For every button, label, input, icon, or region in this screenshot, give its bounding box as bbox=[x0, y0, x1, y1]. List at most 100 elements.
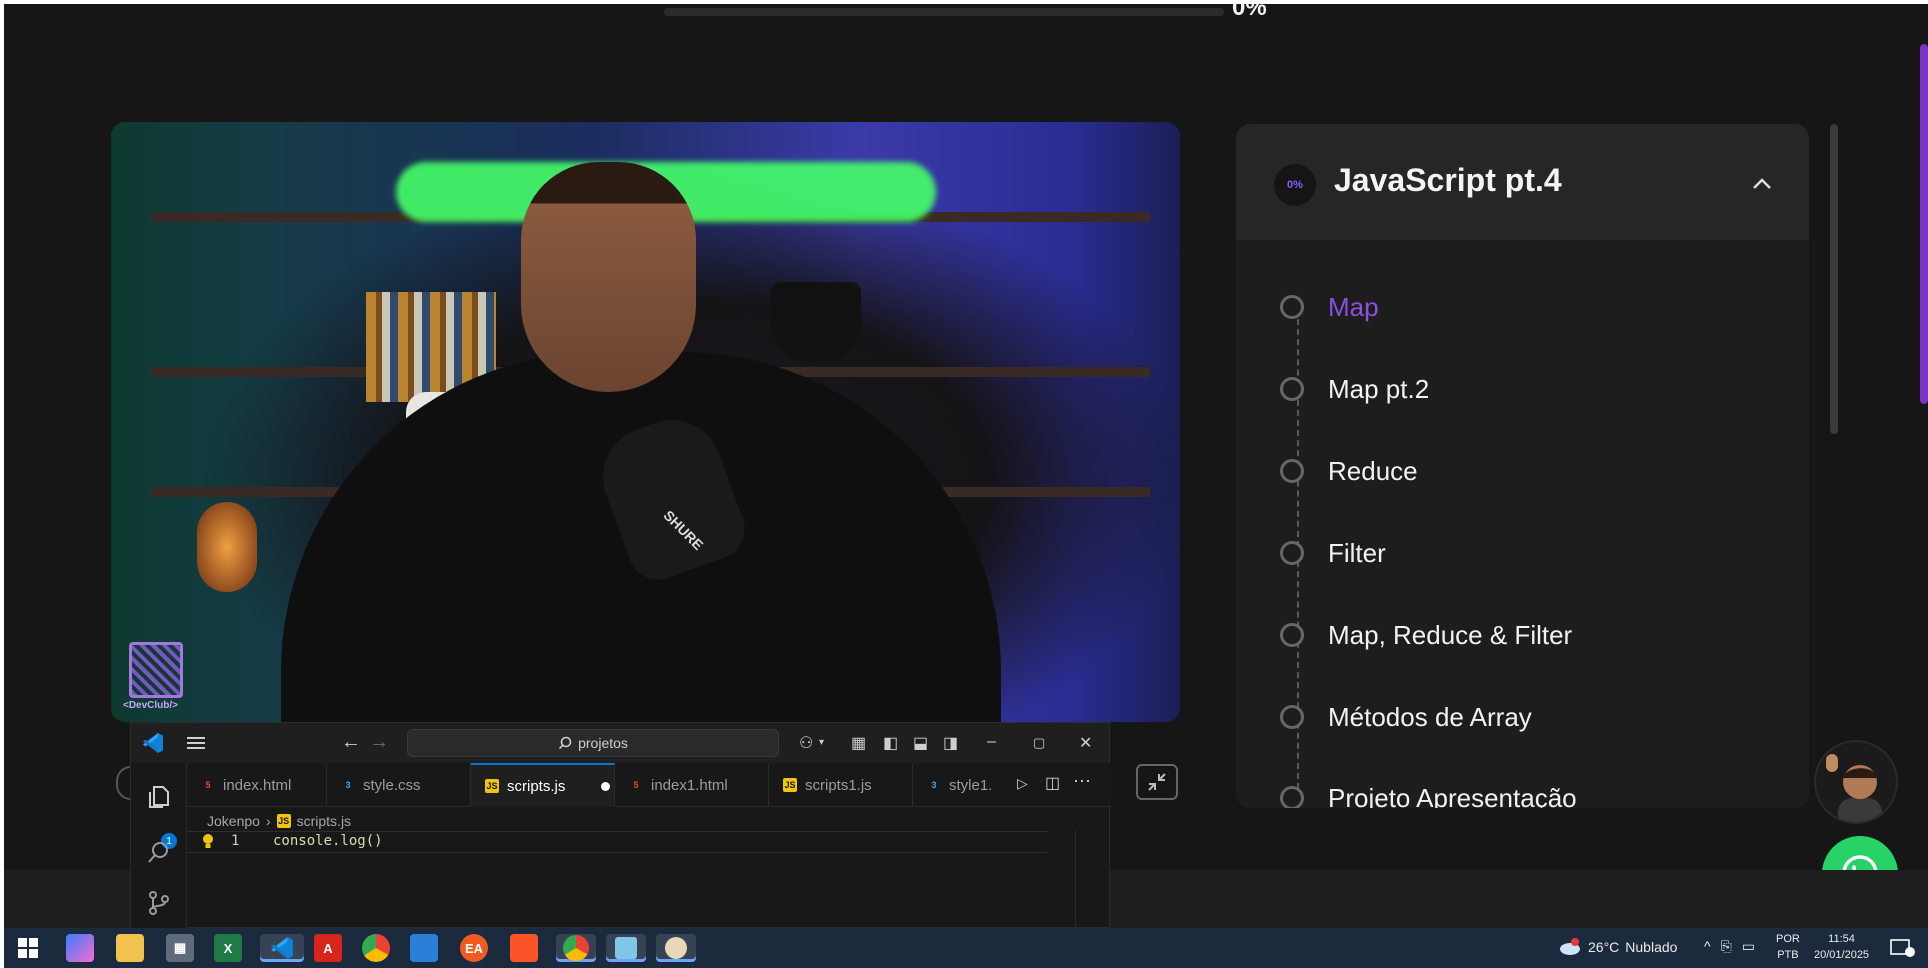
minimize-icon[interactable]: – bbox=[987, 733, 996, 751]
input-language[interactable]: POR PTB bbox=[1776, 931, 1800, 963]
tab-label: index1.html bbox=[651, 776, 728, 794]
chevron-down-icon[interactable]: ▾ bbox=[819, 737, 824, 748]
lesson-item[interactable]: Map pt.2 bbox=[1280, 369, 1429, 409]
layout-customize-icon[interactable]: ▦ bbox=[851, 733, 866, 753]
video-player[interactable]: SHURE <DevClub/> bbox=[111, 122, 1180, 722]
command-search-box[interactable]: projetos bbox=[407, 729, 779, 757]
breadcrumb-file[interactable]: scripts.js bbox=[297, 813, 351, 829]
windows-start-icon[interactable] bbox=[18, 938, 38, 958]
presenter-head bbox=[521, 162, 696, 392]
lightbulb-icon[interactable] bbox=[201, 833, 215, 851]
brave-icon[interactable] bbox=[510, 934, 538, 962]
js-file-icon: JS bbox=[783, 778, 797, 792]
copilot-icon[interactable]: ⚇ bbox=[799, 733, 813, 753]
module-progress-badge: 0% bbox=[1274, 164, 1316, 206]
lesson-status-icon bbox=[1280, 705, 1304, 729]
unsaved-dot-icon[interactable] bbox=[601, 781, 611, 791]
tab-label: index.html bbox=[223, 776, 292, 794]
chevron-up-icon[interactable]: ^ bbox=[1704, 938, 1711, 955]
tab-label: style1. bbox=[949, 776, 993, 794]
minimap[interactable] bbox=[1075, 831, 1111, 929]
breadcrumb-folder[interactable]: Jokenpo bbox=[207, 813, 260, 829]
run-icon[interactable]: ▷ bbox=[1017, 775, 1028, 792]
lesson-item[interactable]: Map bbox=[1280, 287, 1379, 327]
video-watermark: <DevClub/> bbox=[123, 700, 179, 711]
clock[interactable]: 11:54 20/01/2025 bbox=[1814, 931, 1869, 963]
vscode-titlebar: ← → projetos ⚇ ▾ ▦ ◧ ⬓ ◨ – ▢ ✕ bbox=[131, 723, 1109, 763]
paint-icon[interactable] bbox=[656, 934, 696, 962]
lesson-item[interactable]: Projeto Apresentação bbox=[1280, 778, 1577, 808]
lesson-title: Projeto Apresentação bbox=[1328, 782, 1577, 809]
notepad-glyph bbox=[615, 937, 637, 959]
network-icon[interactable]: ▭ bbox=[1742, 938, 1755, 955]
keyboard-layout: PTB bbox=[1777, 949, 1799, 961]
tab-scripts1-js[interactable]: JS scripts1.js bbox=[769, 763, 913, 807]
line-number: 1 bbox=[231, 833, 240, 849]
excel-icon[interactable]: X bbox=[214, 934, 242, 962]
css-file-icon: 3 bbox=[931, 780, 937, 790]
more-actions-icon[interactable]: ⋯ bbox=[1073, 771, 1091, 792]
chrome-profile-icon[interactable] bbox=[556, 934, 596, 962]
hamburger-menu-icon[interactable] bbox=[185, 735, 207, 751]
lesson-item[interactable]: Métodos de Array bbox=[1280, 697, 1532, 737]
search-icon bbox=[559, 736, 572, 750]
notification-icon bbox=[1890, 939, 1915, 957]
toggle-primary-sidebar-icon[interactable]: ◧ bbox=[883, 733, 898, 753]
back-arrow-icon[interactable]: ← bbox=[341, 731, 361, 754]
search-icon[interactable] bbox=[145, 839, 173, 867]
code-line[interactable]: console.log() bbox=[273, 833, 383, 849]
page-scrollbar[interactable] bbox=[1920, 44, 1928, 404]
chevron-up-icon bbox=[1753, 178, 1771, 189]
collapse-button[interactable] bbox=[1744, 166, 1780, 202]
tab-label: scripts.js bbox=[507, 777, 566, 795]
clock-date: 20/01/2025 bbox=[1814, 949, 1870, 961]
module-header[interactable]: 0% JavaScript pt.4 bbox=[1236, 124, 1809, 240]
close-icon[interactable]: ✕ bbox=[1079, 733, 1092, 753]
source-control-icon[interactable] bbox=[145, 889, 173, 917]
module-title: JavaScript pt.4 bbox=[1334, 162, 1562, 198]
vscode-logo-icon bbox=[143, 733, 163, 753]
calculator-icon[interactable]: ▦ bbox=[166, 934, 194, 962]
copilot-icon[interactable] bbox=[66, 934, 94, 962]
split-editor-icon[interactable]: ◫ bbox=[1045, 773, 1060, 793]
weather-widget[interactable]: 26°C Nublado bbox=[1558, 938, 1677, 956]
tab-scripts-js[interactable]: JS scripts.js bbox=[471, 763, 615, 807]
minimize-player-button[interactable] bbox=[1136, 764, 1178, 800]
app-icon[interactable] bbox=[410, 934, 438, 962]
file-explorer-icon[interactable] bbox=[116, 934, 144, 962]
lesson-title: Map, Reduce & Filter bbox=[1328, 619, 1573, 650]
notepad-icon[interactable] bbox=[606, 934, 646, 962]
lesson-title: Filter bbox=[1328, 537, 1386, 568]
lesson-title: Métodos de Array bbox=[1328, 701, 1532, 732]
ea-icon[interactable]: EA bbox=[460, 934, 488, 962]
lesson-item[interactable]: Map, Reduce & Filter bbox=[1280, 615, 1572, 655]
explorer-icon[interactable] bbox=[145, 783, 173, 811]
maximize-icon[interactable]: ▢ bbox=[1033, 735, 1045, 751]
lesson-item[interactable]: Reduce bbox=[1280, 451, 1418, 491]
vscode-window: ← → projetos ⚇ ▾ ▦ ◧ ⬓ ◨ – ▢ ✕ 1 5 index… bbox=[130, 722, 1111, 929]
acrobat-icon[interactable]: A bbox=[314, 934, 342, 962]
tab-style-css[interactable]: 3 style.css bbox=[327, 763, 471, 807]
meet-now-icon[interactable]: ⎘ bbox=[1721, 938, 1732, 955]
lesson-item[interactable]: Filter bbox=[1280, 533, 1386, 573]
notification-center-button[interactable] bbox=[1890, 938, 1916, 958]
toggle-secondary-sidebar-icon[interactable]: ◨ bbox=[943, 733, 958, 753]
html-file-icon: 5 bbox=[633, 780, 639, 790]
course-progress-bar bbox=[664, 8, 1224, 16]
weather-condition: Nublado bbox=[1625, 939, 1678, 955]
tab-index-html[interactable]: 5 index.html bbox=[187, 763, 327, 807]
vscode-icon[interactable] bbox=[260, 934, 304, 962]
tab-style1-css[interactable]: 3 style1. bbox=[913, 763, 999, 807]
lesson-status-icon bbox=[1280, 786, 1304, 808]
chevron-right-icon: › bbox=[265, 813, 271, 829]
lesson-status-icon bbox=[1280, 459, 1304, 483]
forward-arrow-icon[interactable]: → bbox=[369, 731, 389, 754]
lesson-title: Reduce bbox=[1328, 455, 1418, 486]
support-avatar-button[interactable] bbox=[1814, 740, 1898, 824]
chrome-icon[interactable] bbox=[362, 934, 390, 962]
toggle-panel-icon[interactable]: ⬓ bbox=[913, 733, 928, 753]
tab-index1-html[interactable]: 5 index1.html bbox=[615, 763, 769, 807]
panel-scrollbar[interactable] bbox=[1830, 124, 1838, 434]
cloud-icon bbox=[1560, 938, 1580, 955]
plant-pot bbox=[771, 282, 861, 362]
